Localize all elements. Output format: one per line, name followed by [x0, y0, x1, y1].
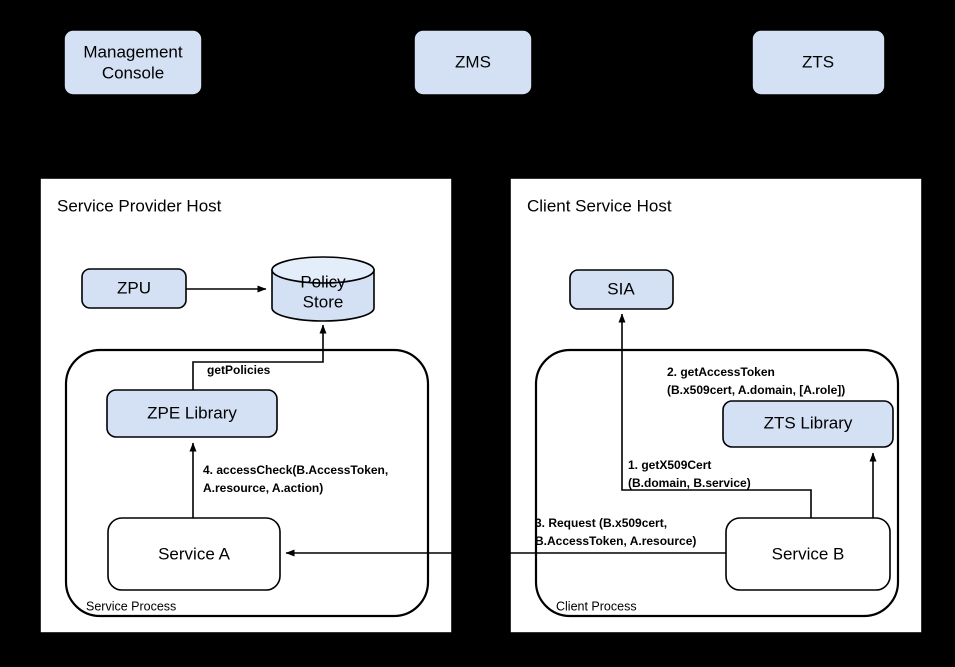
node-zpe-library[interactable]: ZPE Library — [106, 389, 278, 438]
node-zms[interactable]: ZMS — [413, 29, 533, 96]
policy-store-label-line2: Store — [303, 292, 344, 311]
zpu-label: ZPU — [117, 278, 151, 297]
policy-store-label-line1: Policy — [300, 272, 346, 291]
management-console-label-line2: Console — [102, 63, 164, 82]
service-provider-host-panel: Service Provider Host ZPU Policy Store S… — [39, 177, 453, 634]
service-process-title: Service Process — [86, 599, 176, 613]
access-check-label-line1: 4. accessCheck(B.AccessToken, — [203, 463, 388, 477]
node-policy-store[interactable]: Policy Store — [271, 256, 375, 322]
node-service-b[interactable]: Service B — [725, 517, 891, 591]
client-process-title: Client Process — [556, 599, 637, 613]
get-policies-label: getPolicies — [207, 363, 271, 377]
node-zpu[interactable]: ZPU — [81, 268, 187, 309]
node-zts-library[interactable]: ZTS Library — [722, 400, 894, 448]
service-a-label: Service A — [158, 544, 230, 563]
architecture-diagram: Management Console ZMS ZTS Service Provi… — [0, 0, 955, 667]
top-services-row: Management Console ZMS ZTS — [63, 29, 886, 96]
access-check-label-line2: A.resource, A.action) — [203, 481, 323, 495]
get-x509-cert-label-line2: (B.domain, B.service) — [628, 476, 751, 490]
zpe-library-label: ZPE Library — [147, 403, 237, 422]
client-service-host-panel: Client Service Host SIA Client Process 1… — [509, 177, 923, 634]
client-host-title: Client Service Host — [527, 196, 672, 215]
get-x509-cert-label-line1: 1. getX509Cert — [628, 458, 711, 472]
zms-label: ZMS — [455, 52, 491, 71]
zts-library-label: ZTS Library — [764, 413, 853, 432]
management-console-label-line1: Management — [83, 42, 183, 61]
request-label-line2: B.AccessToken, A.resource) — [535, 534, 696, 548]
get-access-token-label-line1: 2. getAccessToken — [667, 365, 775, 379]
node-sia[interactable]: SIA — [569, 269, 674, 310]
node-service-a[interactable]: Service A — [107, 517, 281, 591]
provider-host-title: Service Provider Host — [57, 196, 222, 215]
sia-label: SIA — [607, 279, 635, 298]
service-b-label: Service B — [772, 544, 845, 563]
request-label-line1: 3. Request (B.x509cert, — [535, 516, 667, 530]
zts-label: ZTS — [802, 52, 834, 71]
node-zts[interactable]: ZTS — [751, 29, 886, 96]
node-management-console[interactable]: Management Console — [63, 29, 203, 96]
get-access-token-label-line2: (B.x509cert, A.domain, [A.role]) — [667, 383, 845, 397]
